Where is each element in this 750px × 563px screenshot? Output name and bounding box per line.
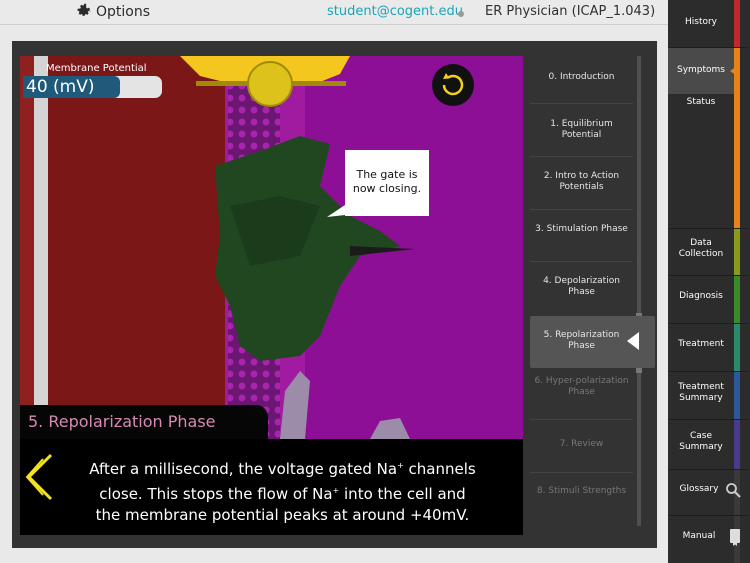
narration-line-1-end: channels <box>403 460 476 478</box>
nav-divider <box>668 515 748 516</box>
manual-icon[interactable] <box>729 528 741 546</box>
narration-line-2-end: into the cell and <box>339 485 466 503</box>
narration-line-2: close. This stops the flow of Na <box>99 485 333 503</box>
section-color-strip <box>734 420 740 470</box>
nav-data-collection[interactable]: Data Collection <box>668 238 734 260</box>
step-divider <box>530 156 633 157</box>
step-list: 0. Introduction 1. Equilibrium Potential… <box>530 56 655 536</box>
section-color-strip <box>734 276 740 324</box>
options-button[interactable]: Options <box>76 3 150 21</box>
step-item[interactable]: 0. Introduction <box>530 72 633 83</box>
nav-divider <box>668 275 748 276</box>
step-divider <box>530 472 633 473</box>
nav-diagnosis[interactable]: Diagnosis <box>668 291 734 302</box>
nav-divider <box>668 228 748 229</box>
nav-treatment-summary[interactable]: Treatment Summary <box>668 382 734 404</box>
step-item[interactable]: 1. Equilibrium Potential <box>530 119 633 141</box>
step-item-locked: 8. Stimuli Strengths <box>536 486 627 496</box>
nav-divider <box>668 323 748 324</box>
step-divider <box>530 209 633 210</box>
phase-caption-text: 5. Repolarization Phase <box>28 412 216 431</box>
back-button[interactable] <box>25 453 55 505</box>
replay-icon <box>442 73 464 96</box>
nav-symptoms[interactable]: Symptoms <box>668 48 734 94</box>
narration-text: After a millisecond, the voltage gated N… <box>60 455 505 526</box>
active-nav-arrow <box>730 64 740 78</box>
nav-status[interactable]: Status <box>668 97 734 108</box>
nav-history[interactable]: History <box>668 17 734 28</box>
membrane-scene-illustration <box>20 56 523 439</box>
membrane-potential-value: 40 (mV) <box>26 77 95 97</box>
step-divider <box>530 419 633 420</box>
nav-treatment[interactable]: Treatment <box>668 339 734 350</box>
membrane-potential-label: Membrane Potential <box>46 63 147 74</box>
step-item[interactable]: 4. Depolarization Phase <box>530 276 633 298</box>
superscript-plus: + <box>397 461 404 470</box>
step-scrollbar[interactable] <box>637 56 641 526</box>
status-dot <box>458 11 464 17</box>
step-item-locked: 7. Review <box>559 439 604 449</box>
gear-icon <box>76 2 93 23</box>
simulation-viewport[interactable] <box>20 56 523 439</box>
step-item[interactable]: 3. Stimulation Phase <box>530 224 633 235</box>
step-divider <box>530 103 633 104</box>
speech-bubble: The gate is now closing. <box>345 150 429 216</box>
phase-caption: 5. Repolarization Phase <box>20 405 268 441</box>
app-title: ER Physician (ICAP_1.043) <box>485 4 656 19</box>
nav-divider <box>668 419 748 420</box>
narration-panel: After a millisecond, the voltage gated N… <box>20 439 523 535</box>
user-email: student@cogent.edu <box>327 4 464 19</box>
top-bar: Options student@cogent.edu ER Physician … <box>0 0 668 25</box>
speech-bubble-tail <box>327 205 345 217</box>
section-color-strip <box>734 372 740 420</box>
step-item-locked: 6. Hyper-polarization Phase <box>534 376 629 397</box>
options-label: Options <box>96 4 151 20</box>
replay-button[interactable] <box>432 64 474 106</box>
nav-divider <box>668 371 748 372</box>
section-color-strip <box>734 228 740 276</box>
section-color-strip <box>734 0 740 48</box>
search-icon[interactable] <box>725 482 741 498</box>
narration-line-3: the membrane potential peaks at around +… <box>95 506 470 524</box>
nav-divider <box>668 469 748 470</box>
nav-case-summary[interactable]: Case Summary <box>668 431 734 453</box>
step-divider <box>530 261 633 262</box>
nav-manual[interactable]: Manual <box>668 531 730 542</box>
membrane-potential-meter: 40 (mV) <box>23 76 162 98</box>
chevron-left-icon <box>25 453 53 501</box>
right-sidebar-nav: History Symptoms Status Data Collection … <box>668 0 750 563</box>
step-item[interactable]: 2. Intro to Action Potentials <box>530 171 633 193</box>
narration-line-1: After a millisecond, the voltage gated N… <box>89 460 398 478</box>
active-step-pointer <box>627 332 639 350</box>
section-color-strip <box>734 324 740 372</box>
nav-glossary[interactable]: Glossary <box>668 484 730 495</box>
